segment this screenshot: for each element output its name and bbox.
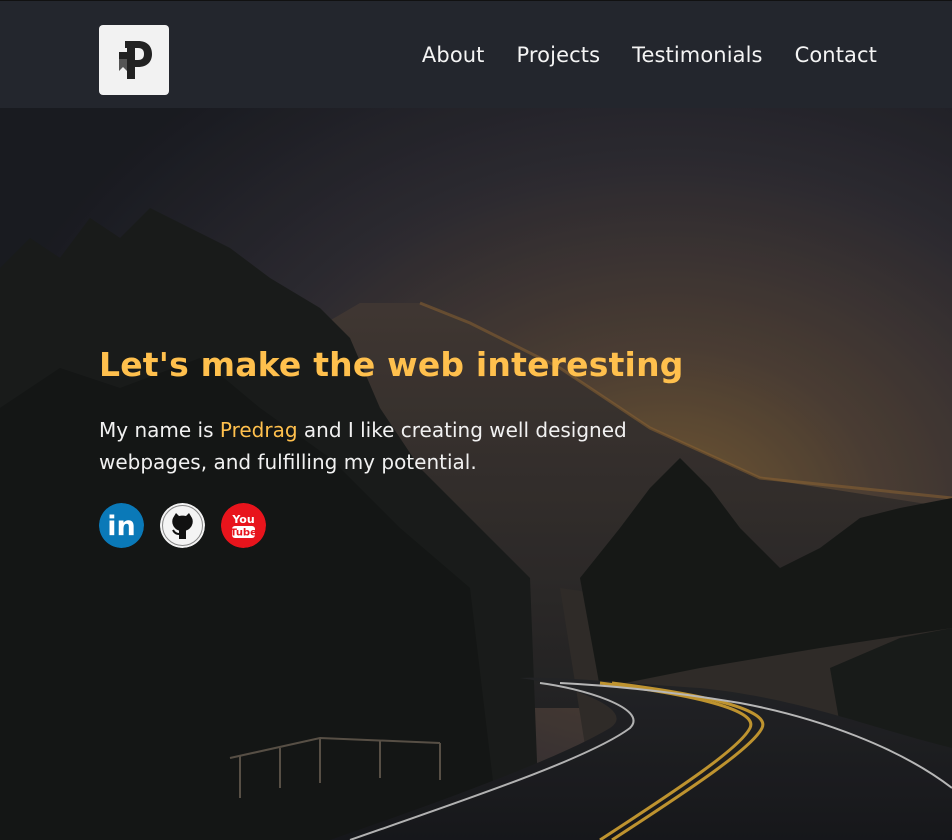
linkedin-label: in xyxy=(107,511,135,542)
nav-contact[interactable]: Contact xyxy=(795,43,877,67)
main-nav: About Projects Testimonials Contact xyxy=(422,43,877,67)
logo[interactable] xyxy=(99,25,169,95)
linkedin-link[interactable]: in xyxy=(99,503,144,548)
intro-prefix: My name is xyxy=(99,418,220,442)
youtube-link[interactable]: You Tube xyxy=(221,503,266,548)
linkedin-icon: in xyxy=(99,503,144,548)
intro-name: Predrag xyxy=(219,418,298,442)
p-logo-icon xyxy=(119,41,152,79)
hero-content: Let's make the web interesting My name i… xyxy=(99,345,719,548)
youtube-label-bottom: Tube xyxy=(230,528,257,539)
nav-testimonials[interactable]: Testimonials xyxy=(632,43,762,67)
social-links: in You Tube xyxy=(99,503,719,548)
youtube-label-top: You xyxy=(231,513,254,526)
hero-headline: Let's make the web interesting xyxy=(99,345,684,384)
nav-about[interactable]: About xyxy=(422,43,485,67)
github-link[interactable] xyxy=(160,503,205,548)
nav-projects[interactable]: Projects xyxy=(517,43,601,67)
hero-section: Let's make the web interesting My name i… xyxy=(0,108,952,840)
youtube-icon: You Tube xyxy=(221,503,266,548)
site-header: About Projects Testimonials Contact xyxy=(0,0,952,108)
hero-intro: My name is Predrag and I like creating w… xyxy=(99,414,679,478)
github-icon xyxy=(160,503,205,548)
